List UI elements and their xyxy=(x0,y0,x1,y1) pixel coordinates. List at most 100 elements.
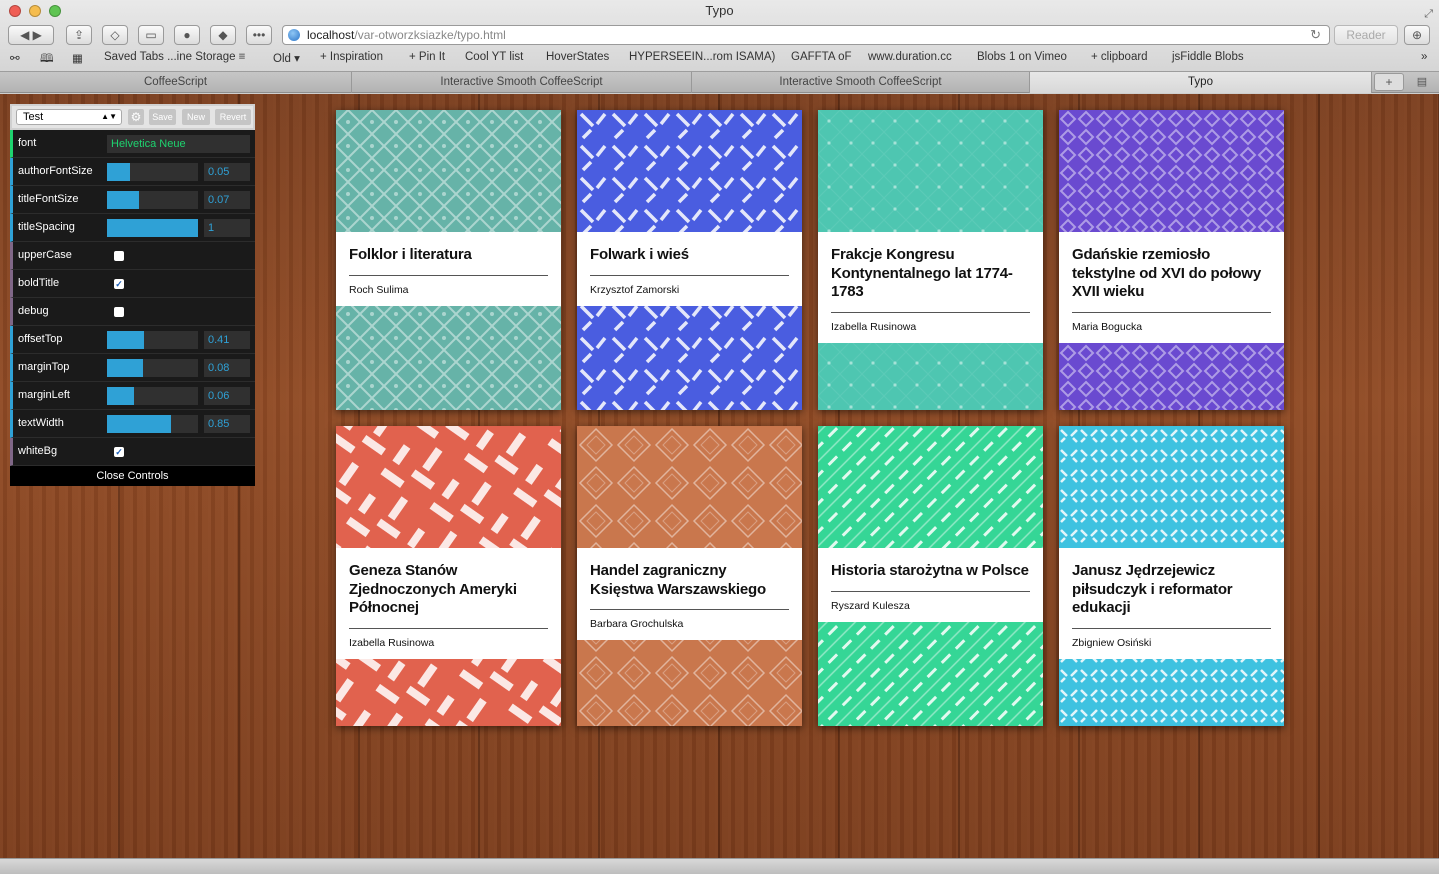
reload-icon[interactable]: ↻ xyxy=(1310,26,1321,44)
extension-icon[interactable]: ● xyxy=(174,25,200,45)
book-cover[interactable]: Geneza Stanów Zjednoczonych Ameryki Półn… xyxy=(336,426,561,726)
book-title: Folklor i literatura xyxy=(349,246,472,263)
divider xyxy=(590,609,789,610)
control-label: marginLeft xyxy=(18,389,70,401)
bookmark-item[interactable]: HoverStates xyxy=(546,51,609,63)
bookmark-item[interactable]: + Pin It xyxy=(409,51,445,63)
bookmarks-book-icon[interactable]: 🕮 xyxy=(40,51,54,70)
slider-value-input[interactable]: 0.41 xyxy=(204,331,250,349)
font-input[interactable]: Helvetica Neue xyxy=(107,135,250,153)
save-button[interactable]: Save xyxy=(149,109,176,125)
more-icon[interactable]: ••• xyxy=(246,25,272,45)
slider-value-input[interactable]: 0.05 xyxy=(204,163,250,181)
control-label: font xyxy=(18,137,37,149)
zoom-window-button[interactable] xyxy=(49,5,61,17)
book-title: Gdańskie rzemiosło tekstylne od XVI do p… xyxy=(1072,246,1261,300)
gear-icon[interactable]: ⚙ xyxy=(128,109,144,125)
upperCase-checkbox[interactable] xyxy=(114,251,124,261)
bookmark-item[interactable]: jsFiddle Blobs xyxy=(1172,51,1244,63)
bookmark-item[interactable]: GAFFTA oF xyxy=(791,51,852,63)
book-label: Historia starożytna w Polsce Ryszard Kule… xyxy=(818,548,1043,622)
tab[interactable]: Interactive Smooth CoffeeScript xyxy=(352,72,692,93)
sidebar-icon[interactable]: ▭ xyxy=(138,25,164,45)
book-author: Zbigniew Osiński xyxy=(1072,636,1152,649)
tab[interactable]: Interactive Smooth CoffeeScript xyxy=(692,72,1030,93)
control-row-debug: debug xyxy=(10,298,255,326)
new-button[interactable]: New xyxy=(182,109,210,125)
minimize-window-button[interactable] xyxy=(29,5,41,17)
preset-value: Test xyxy=(23,111,44,123)
bookmark-item[interactable]: www.duration.cc xyxy=(868,51,952,63)
boldTitle-checkbox[interactable]: ✓ xyxy=(114,279,124,289)
tab-bar: CoffeeScript Interactive Smooth CoffeeSc… xyxy=(0,71,1439,93)
slider-value-input[interactable]: 0.85 xyxy=(204,415,250,433)
book-title: Folwark i wieś xyxy=(590,246,689,263)
debug-checkbox[interactable] xyxy=(114,307,124,317)
bookmark-item[interactable]: Cool YT list xyxy=(465,51,523,63)
whiteBg-checkbox[interactable]: ✓ xyxy=(114,447,124,457)
slider-track[interactable] xyxy=(107,191,198,209)
book-cover[interactable]: Janusz Jędrzejewicz piłsudczyk i reforma… xyxy=(1059,426,1284,726)
divider xyxy=(349,627,548,629)
book-author: Izabella Rusinowa xyxy=(349,636,435,649)
bookmark-item[interactable]: HYPERSEEIN...rom ISAMA) xyxy=(629,51,775,63)
divider xyxy=(831,590,1030,592)
book-author: Barbara Grochulska xyxy=(590,618,684,630)
book-cover[interactable]: Folwark i wieś Krzysztof Zamorski xyxy=(577,110,802,410)
new-tab-button[interactable]: + xyxy=(1374,73,1404,91)
topsites-icon[interactable]: ◇ xyxy=(102,25,128,45)
book-cover[interactable]: Folklor i literatura Roch Sulima xyxy=(336,110,561,410)
divider xyxy=(831,311,1030,313)
control-label: textWidth xyxy=(18,417,64,429)
bookmark-item[interactable]: + Inspiration xyxy=(320,51,383,63)
slider-fill xyxy=(107,415,171,433)
tab-active[interactable]: Typo xyxy=(1030,72,1372,93)
stack-icon[interactable]: ◆ xyxy=(210,25,236,45)
bookmark-item[interactable]: Saved Tabs ...ine Storage ≡ xyxy=(104,51,245,63)
downloads-icon[interactable]: ⊕ xyxy=(1404,25,1430,45)
reading-list-icon[interactable]: ⚯ xyxy=(10,51,20,65)
close-window-button[interactable] xyxy=(9,5,21,17)
book-cover[interactable]: Gdańskie rzemiosło tekstylne od XVI do p… xyxy=(1059,110,1284,410)
slider-track[interactable] xyxy=(107,219,198,237)
address-bar[interactable]: localhost/var-otworzksiazke/typo.html ↻ xyxy=(282,25,1330,45)
book-cover[interactable]: Frakcje Kongresu Kontynentalnego lat 177… xyxy=(818,110,1043,410)
back-forward-buttons[interactable]: ◀ ▶ xyxy=(8,25,54,45)
slider-track[interactable] xyxy=(107,415,198,433)
control-row-upperCase: upperCase xyxy=(10,242,255,270)
divider xyxy=(349,274,548,276)
revert-button[interactable]: Revert xyxy=(215,109,251,125)
share-icon[interactable]: ⇪ xyxy=(66,25,92,45)
slider-track[interactable] xyxy=(107,331,198,349)
bookmark-item[interactable]: Blobs 1 on Vimeo xyxy=(977,51,1067,63)
close-controls-button[interactable]: Close Controls xyxy=(10,466,255,486)
control-label: titleSpacing xyxy=(18,221,75,233)
book-label: Handel zagraniczny Księstwa Warszawskieg… xyxy=(577,548,802,640)
slider-track[interactable] xyxy=(107,163,198,181)
book-cover[interactable]: Handel zagraniczny Księstwa Warszawskieg… xyxy=(577,426,802,726)
reader-button[interactable]: Reader xyxy=(1334,25,1398,45)
control-row-titleFontSize: titleFontSize 0.07 xyxy=(10,186,255,214)
preset-select[interactable]: Test ▲▼ xyxy=(16,109,122,125)
slider-value-input[interactable]: 0.06 xyxy=(204,387,250,405)
bookmark-item[interactable]: Old ▾ xyxy=(273,51,300,65)
tab-overview-icon[interactable]: ▤ xyxy=(1410,73,1434,91)
slider-value-input[interactable]: 0.08 xyxy=(204,359,250,377)
book-title: Frakcje Kongresu Kontynentalnego lat 177… xyxy=(831,246,1013,300)
control-label: debug xyxy=(18,305,49,317)
bookmark-item[interactable]: + clipboard xyxy=(1091,51,1148,63)
slider-value-input[interactable]: 1 xyxy=(204,219,250,237)
slider-track[interactable] xyxy=(107,359,198,377)
slider-fill xyxy=(107,387,134,405)
control-row-whiteBg: whiteBg ✓ xyxy=(10,438,255,466)
book-cover[interactable]: Historia starożytna w Polsce Ryszard Kule… xyxy=(818,426,1043,726)
book-label: Folklor i literatura Roch Sulima xyxy=(336,232,561,306)
url-path: /var-otworzksiazke/typo.html xyxy=(354,28,506,42)
control-label: boldTitle xyxy=(18,277,60,289)
overflow-chevron-icon[interactable]: » xyxy=(1421,51,1427,63)
control-row-offsetTop: offsetTop 0.41 xyxy=(10,326,255,354)
slider-track[interactable] xyxy=(107,387,198,405)
grid-icon[interactable]: ▦ xyxy=(72,51,83,65)
tab[interactable]: CoffeeScript xyxy=(0,72,352,93)
slider-value-input[interactable]: 0.07 xyxy=(204,191,250,209)
